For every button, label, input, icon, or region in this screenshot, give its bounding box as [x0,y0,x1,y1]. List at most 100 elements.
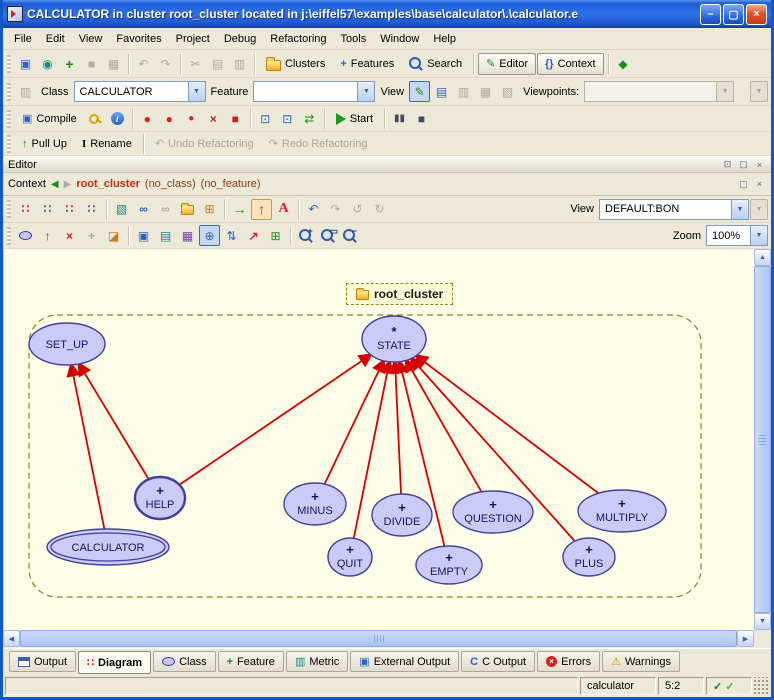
force-layout-icon[interactable]: ↗ [243,225,264,246]
scroll-left-button[interactable]: ◀ [3,630,20,647]
inheritance-links-icon[interactable]: ∷ [59,199,80,220]
resize-grip[interactable] [754,677,769,695]
cut-icon[interactable]: ✂ [185,53,206,74]
menu-view[interactable]: View [72,30,110,48]
eraser-icon[interactable]: ◪ [103,225,124,246]
tab-warnings[interactable]: ⚠ Warnings [602,651,680,672]
redo-refactoring-button[interactable]: ↷ Redo Refactoring [262,133,375,155]
menu-file[interactable]: File [7,30,39,48]
undo-icon[interactable]: ↶ [133,53,154,74]
tab-feature[interactable]: + Feature [218,651,284,672]
start-button[interactable]: Start [329,108,380,130]
zoom-combobox[interactable]: 100% ▼ [706,225,768,246]
redo-icon[interactable]: ↷ [155,53,176,74]
inheritance-link-help-to-state[interactable] [179,355,370,485]
toolbar-grip[interactable] [7,135,11,153]
diagram-history-back-icon[interactable]: ↺ [347,199,368,220]
cluster-label[interactable]: root_cluster [346,283,453,305]
info-icon[interactable]: i [107,108,128,129]
horizontal-scroll-thumb[interactable] [20,630,737,647]
titlebar[interactable]: CALCULATOR in cluster root_cluster locat… [3,0,771,28]
freeze-icon[interactable]: ■ [225,108,246,129]
quick-melt-icon[interactable]: ● [159,108,180,129]
class-node-state[interactable]: *STATE [362,316,426,362]
tab-external-output[interactable]: ▣ External Output [350,651,459,672]
save-icon[interactable]: ▦ [103,53,124,74]
chevron-down-icon[interactable]: ▼ [188,82,205,101]
fit-height-icon[interactable]: ⇅ [221,225,242,246]
menu-favorites[interactable]: Favorites [109,30,168,48]
layout-circle-icon[interactable]: ▣ [133,225,154,246]
history-forward-button[interactable]: ▶ [64,179,72,190]
toolbar-grip[interactable] [7,55,11,73]
zoom-out-icon[interactable]: − [339,225,360,246]
new-class-tool-icon[interactable] [15,225,36,246]
pane-close-icon[interactable]: × [753,158,766,171]
undo-refactoring-button[interactable]: ↶ Undo Refactoring [148,133,261,155]
copy-icon[interactable]: ▤ [207,53,228,74]
paste-small-icon[interactable]: ▥ [15,81,36,102]
scroll-up-button[interactable]: ▲ [754,249,771,266]
new-inheritance-tool-icon[interactable]: ↑ [37,225,58,246]
tab-diagram[interactable]: ∷ Diagram [78,651,151,674]
context-cluster-name[interactable]: root_cluster [76,178,140,190]
toolbar-grip[interactable] [7,110,11,128]
pane-maximize-icon[interactable]: ▢ [737,178,750,191]
melt-x-icon[interactable]: ● [181,108,202,129]
zoom-in-icon[interactable]: + [295,225,316,246]
diagram-undo-icon[interactable]: ↶ [303,199,324,220]
search-button[interactable]: Search [402,53,469,75]
go-to-class-icon[interactable]: → [229,199,250,220]
class-node-help[interactable]: +HELP [135,477,185,519]
maximize-button[interactable]: ▢ [723,4,744,25]
tab-errors[interactable]: × Errors [537,651,600,672]
zoom-fit-icon[interactable]: ▭ [317,225,338,246]
horizontal-scroll-track[interactable] [20,630,737,648]
delete-tool-icon[interactable]: × [59,225,80,246]
sync-context-icon[interactable]: ⇄ [299,108,320,129]
put-class-tool-icon[interactable]: ↑ [251,199,272,220]
editor-toggle-button[interactable]: ✎ Editor [478,53,536,75]
add-project-icon[interactable]: + [59,53,80,74]
close-button[interactable]: × [746,4,767,25]
toggle-grid-icon[interactable]: ⊞ [265,225,286,246]
toolbar-grip[interactable] [7,83,11,101]
context-toggle-button[interactable]: {} Context [537,53,603,75]
vertical-scroll-track[interactable] [754,266,771,613]
inheritance-link-help-to-set_up[interactable] [79,364,149,479]
tab-c-output[interactable]: C C Output [461,651,535,672]
class-node-quit[interactable]: +QUIT [328,538,372,576]
all-links-icon[interactable]: ∷ [81,199,102,220]
stop-compile-icon[interactable]: ■ [81,53,102,74]
pull-up-button[interactable]: ↑ Pull Up [15,133,74,155]
handle-tool-icon[interactable]: + [81,225,102,246]
new-window-icon[interactable]: ▣ [15,53,36,74]
menu-tools[interactable]: Tools [334,30,374,48]
menu-edit[interactable]: Edit [39,30,72,48]
inheritance-link-calculator-to-set_up[interactable] [71,365,104,529]
tab-metric[interactable]: ▥ Metric [286,651,348,672]
diagram-history-forward-icon[interactable]: ↻ [369,199,390,220]
diagram-canvas[interactable]: SET_UP*STATE+HELPCALCULATOR+MINUS+QUIT+D… [3,249,754,630]
layout-tree-icon[interactable]: ▤ [155,225,176,246]
vertical-scroll-thumb[interactable] [754,266,771,613]
view-text-icon[interactable]: ▧ [497,81,518,102]
horizontal-scrollbar[interactable]: ◀ ▶ [3,630,754,648]
diagram-view-menu-button[interactable]: ▼ [750,199,768,220]
new-diagram-icon[interactable]: ◆ [613,53,634,74]
inheritance-link-question-to-state[interactable] [406,360,481,492]
add-link-icon[interactable]: ∞ [133,199,154,220]
pane-maximize-icon[interactable]: ▢ [737,158,750,171]
class-node-set_up[interactable]: SET_UP [29,323,105,365]
class-combobox[interactable]: CALCULATOR ▼ [74,81,206,102]
pane-close-icon[interactable]: × [753,178,766,191]
minimize-button[interactable]: – [700,4,721,25]
discard-assertions-icon[interactable]: × [203,108,224,129]
export-diagram-icon[interactable]: ▧ [111,199,132,220]
diagram-view-combobox[interactable]: DEFAULT:BON ▼ [599,199,749,220]
menu-help[interactable]: Help [426,30,463,48]
class-node-divide[interactable]: +DIVIDE [372,494,432,536]
menu-refactoring[interactable]: Refactoring [263,30,333,48]
toolbar-grip[interactable] [7,227,11,245]
menu-project[interactable]: Project [169,30,217,48]
